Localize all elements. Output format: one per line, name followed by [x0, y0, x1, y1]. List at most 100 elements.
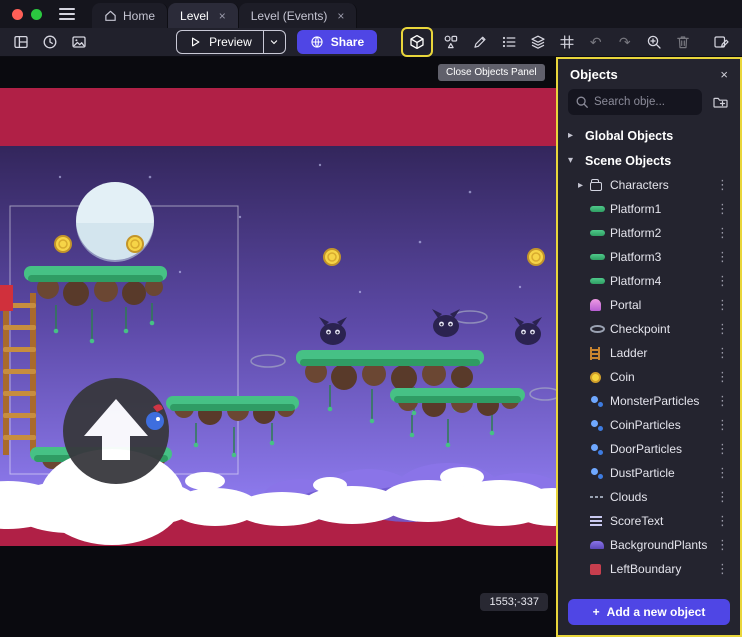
objects-panel-toggle-highlight	[401, 27, 433, 57]
object-menu-icon[interactable]: ⋮	[713, 513, 732, 529]
object-row[interactable]: DoorParticles ⋮	[558, 437, 740, 461]
object-menu-icon[interactable]: ⋮	[713, 321, 732, 337]
window-controls	[0, 0, 52, 28]
toolbar: Preview Share ↶	[0, 28, 742, 57]
object-groups-button[interactable]	[438, 30, 464, 54]
preview-button[interactable]: Preview	[176, 30, 286, 54]
object-menu-icon[interactable]: ⋮	[713, 489, 732, 505]
object-menu-icon[interactable]: ⋮	[713, 369, 732, 385]
delete-button[interactable]	[670, 30, 696, 54]
object-menu-icon[interactable]: ⋮	[713, 249, 732, 265]
object-menu-icon[interactable]: ⋮	[713, 225, 732, 241]
object-row[interactable]: BackgroundPlants ⋮	[558, 533, 740, 557]
layers-icon	[530, 34, 546, 50]
preview-options-dropdown[interactable]	[263, 31, 285, 53]
tab-label: Level (Events)	[251, 9, 328, 23]
close-window-button[interactable]	[12, 9, 23, 20]
portal-icon	[590, 299, 601, 311]
new-folder-icon	[712, 94, 728, 110]
object-menu-icon[interactable]: ⋮	[713, 345, 732, 361]
main-menu-button[interactable]	[52, 0, 82, 28]
add-object-folder-button[interactable]	[708, 90, 732, 114]
object-label: LeftBoundary	[610, 562, 713, 576]
scene-editor-canvas[interactable]: 1553;-337	[0, 57, 556, 637]
object-menu-icon[interactable]: ⋮	[713, 273, 732, 289]
tab-close-icon[interactable]: ×	[219, 9, 226, 23]
tab-home[interactable]: Home	[92, 3, 168, 28]
tooltip: Close Objects Panel	[438, 64, 545, 81]
object-row[interactable]: Platform2 ⋮	[558, 221, 740, 245]
top-boundary-object[interactable]	[0, 88, 556, 146]
objects-list: ▸ Characters ⋮ Platform1 ⋮ Platform2 ⋮ P…	[558, 173, 740, 581]
object-menu-icon[interactable]: ⋮	[713, 201, 732, 217]
object-row[interactable]: Portal ⋮	[558, 293, 740, 317]
object-menu-icon[interactable]: ⋮	[713, 465, 732, 481]
object-row[interactable]: ▸ Characters ⋮	[558, 173, 740, 197]
object-label: MonsterParticles	[610, 394, 713, 408]
object-menu-icon[interactable]: ⋮	[713, 417, 732, 433]
add-new-object-button[interactable]: + Add a new object	[568, 599, 730, 625]
objects-panel-title: Objects	[570, 67, 618, 82]
object-menu-icon[interactable]: ⋮	[713, 561, 732, 577]
grid-toggle-button[interactable]	[554, 30, 580, 54]
object-row[interactable]: LeftBoundary ⋮	[558, 557, 740, 581]
scene-render	[0, 57, 556, 637]
particles-icon	[590, 419, 604, 431]
tab-label: Home	[123, 9, 155, 23]
instances-list-button[interactable]	[496, 30, 522, 54]
object-row[interactable]: MonsterParticles ⋮	[558, 389, 740, 413]
platform-icon	[590, 206, 605, 212]
group-global-objects[interactable]: ▸ Global Objects	[558, 123, 740, 148]
scene-image-button[interactable]	[66, 30, 92, 54]
object-label: Platform2	[610, 226, 713, 240]
search-icon	[575, 95, 589, 109]
tab-level-events[interactable]: Level (Events) ×	[239, 3, 358, 28]
group-label: Scene Objects	[585, 154, 671, 168]
object-menu-icon[interactable]: ⋮	[713, 393, 732, 409]
object-label: Checkpoint	[610, 322, 713, 336]
object-row[interactable]: Clouds ⋮	[558, 485, 740, 509]
redo-button[interactable]: ↷	[612, 30, 638, 54]
object-label: Clouds	[610, 490, 713, 504]
group-scene-objects[interactable]: ▾ Scene Objects	[558, 148, 740, 173]
object-row[interactable]: Coin ⋮	[558, 365, 740, 389]
tab-level[interactable]: Level ×	[168, 3, 239, 28]
cursor-coordinates: 1553;-337	[480, 593, 548, 611]
close-panel-icon[interactable]: ×	[718, 67, 730, 82]
object-row[interactable]: Platform1 ⋮	[558, 197, 740, 221]
object-label: Characters	[610, 178, 713, 192]
chevron-down-icon: ▾	[568, 155, 578, 166]
platform-icon	[590, 230, 605, 236]
object-row[interactable]: DustParticle ⋮	[558, 461, 740, 485]
object-row[interactable]: Checkpoint ⋮	[558, 317, 740, 341]
object-row[interactable]: Platform3 ⋮	[558, 245, 740, 269]
group-label: Global Objects	[585, 129, 673, 143]
history-button[interactable]	[37, 30, 63, 54]
object-label: CoinParticles	[610, 418, 713, 432]
object-menu-icon[interactable]: ⋮	[713, 297, 732, 313]
share-button[interactable]: Share	[297, 30, 377, 54]
trash-icon	[675, 34, 691, 50]
object-menu-icon[interactable]: ⋮	[713, 537, 732, 553]
object-row[interactable]: Ladder ⋮	[558, 341, 740, 365]
objects-panel-toggle-button[interactable]	[404, 30, 430, 54]
layers-button[interactable]	[525, 30, 551, 54]
scene-properties-button[interactable]	[708, 30, 734, 54]
object-row[interactable]: ScoreText ⋮	[558, 509, 740, 533]
object-label: BackgroundPlants	[610, 538, 713, 552]
project-manager-button[interactable]	[8, 30, 34, 54]
zoom-in-button[interactable]	[641, 30, 667, 54]
undo-button[interactable]: ↶	[583, 30, 609, 54]
moon-object[interactable]	[76, 182, 154, 262]
object-menu-icon[interactable]: ⋮	[713, 177, 732, 193]
tab-close-icon[interactable]: ×	[337, 9, 344, 23]
plants-icon	[590, 541, 604, 549]
object-row[interactable]: Platform4 ⋮	[558, 269, 740, 293]
up-arrow-control[interactable]	[63, 378, 169, 484]
object-menu-icon[interactable]: ⋮	[713, 441, 732, 457]
objects-panel: Objects × ▸ Global Objects ▾	[556, 57, 742, 637]
left-boundary-object[interactable]	[0, 285, 13, 311]
edit-object-button[interactable]	[467, 30, 493, 54]
object-row[interactable]: CoinParticles ⋮	[558, 413, 740, 437]
zoom-window-button[interactable]	[31, 9, 42, 20]
